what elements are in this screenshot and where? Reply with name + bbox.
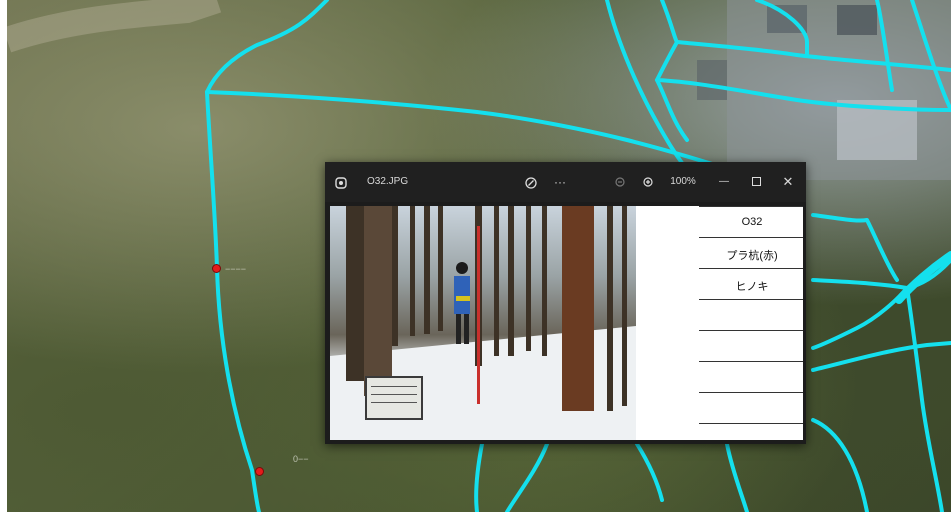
zoom-in-icon[interactable]	[639, 162, 657, 202]
zoom-level: 100%	[670, 176, 696, 187]
survey-point-label: −−−−	[225, 264, 247, 274]
survey-signboard	[365, 376, 423, 420]
edit-image-icon[interactable]	[521, 162, 541, 202]
survey-point-marker[interactable]	[212, 264, 221, 273]
photo-viewer-window[interactable]: O32.JPG ··· 100% — ✕ O32 プラ杭(赤) ヒノキ	[325, 162, 806, 444]
form-row-marker: プラ杭(赤)	[726, 250, 778, 262]
maximize-icon[interactable]	[745, 162, 767, 202]
zoom-out-icon[interactable]	[611, 162, 629, 202]
survey-info-form: O32 プラ杭(赤) ヒノキ	[699, 206, 803, 440]
more-options-icon[interactable]: ···	[549, 162, 571, 202]
photos-app-icon	[331, 162, 351, 202]
survey-point-marker[interactable]	[255, 467, 264, 476]
minimize-icon[interactable]: —	[713, 162, 735, 202]
form-row-id: O32	[741, 216, 763, 228]
viewer-titlebar[interactable]: O32.JPG ··· 100% — ✕	[325, 162, 806, 202]
file-name: O32.JPG	[367, 176, 409, 187]
survey-point-label: 0−−	[293, 454, 309, 464]
forest-survey-photo	[330, 206, 636, 440]
screen: −−−− 0−− O32.JPG ··· 100% — ✕ O32 プラ杭(赤)…	[0, 0, 951, 515]
form-row-species: ヒノキ	[735, 281, 769, 293]
close-icon[interactable]: ✕	[777, 162, 799, 202]
image-canvas[interactable]: O32 プラ杭(赤) ヒノキ	[330, 206, 803, 440]
